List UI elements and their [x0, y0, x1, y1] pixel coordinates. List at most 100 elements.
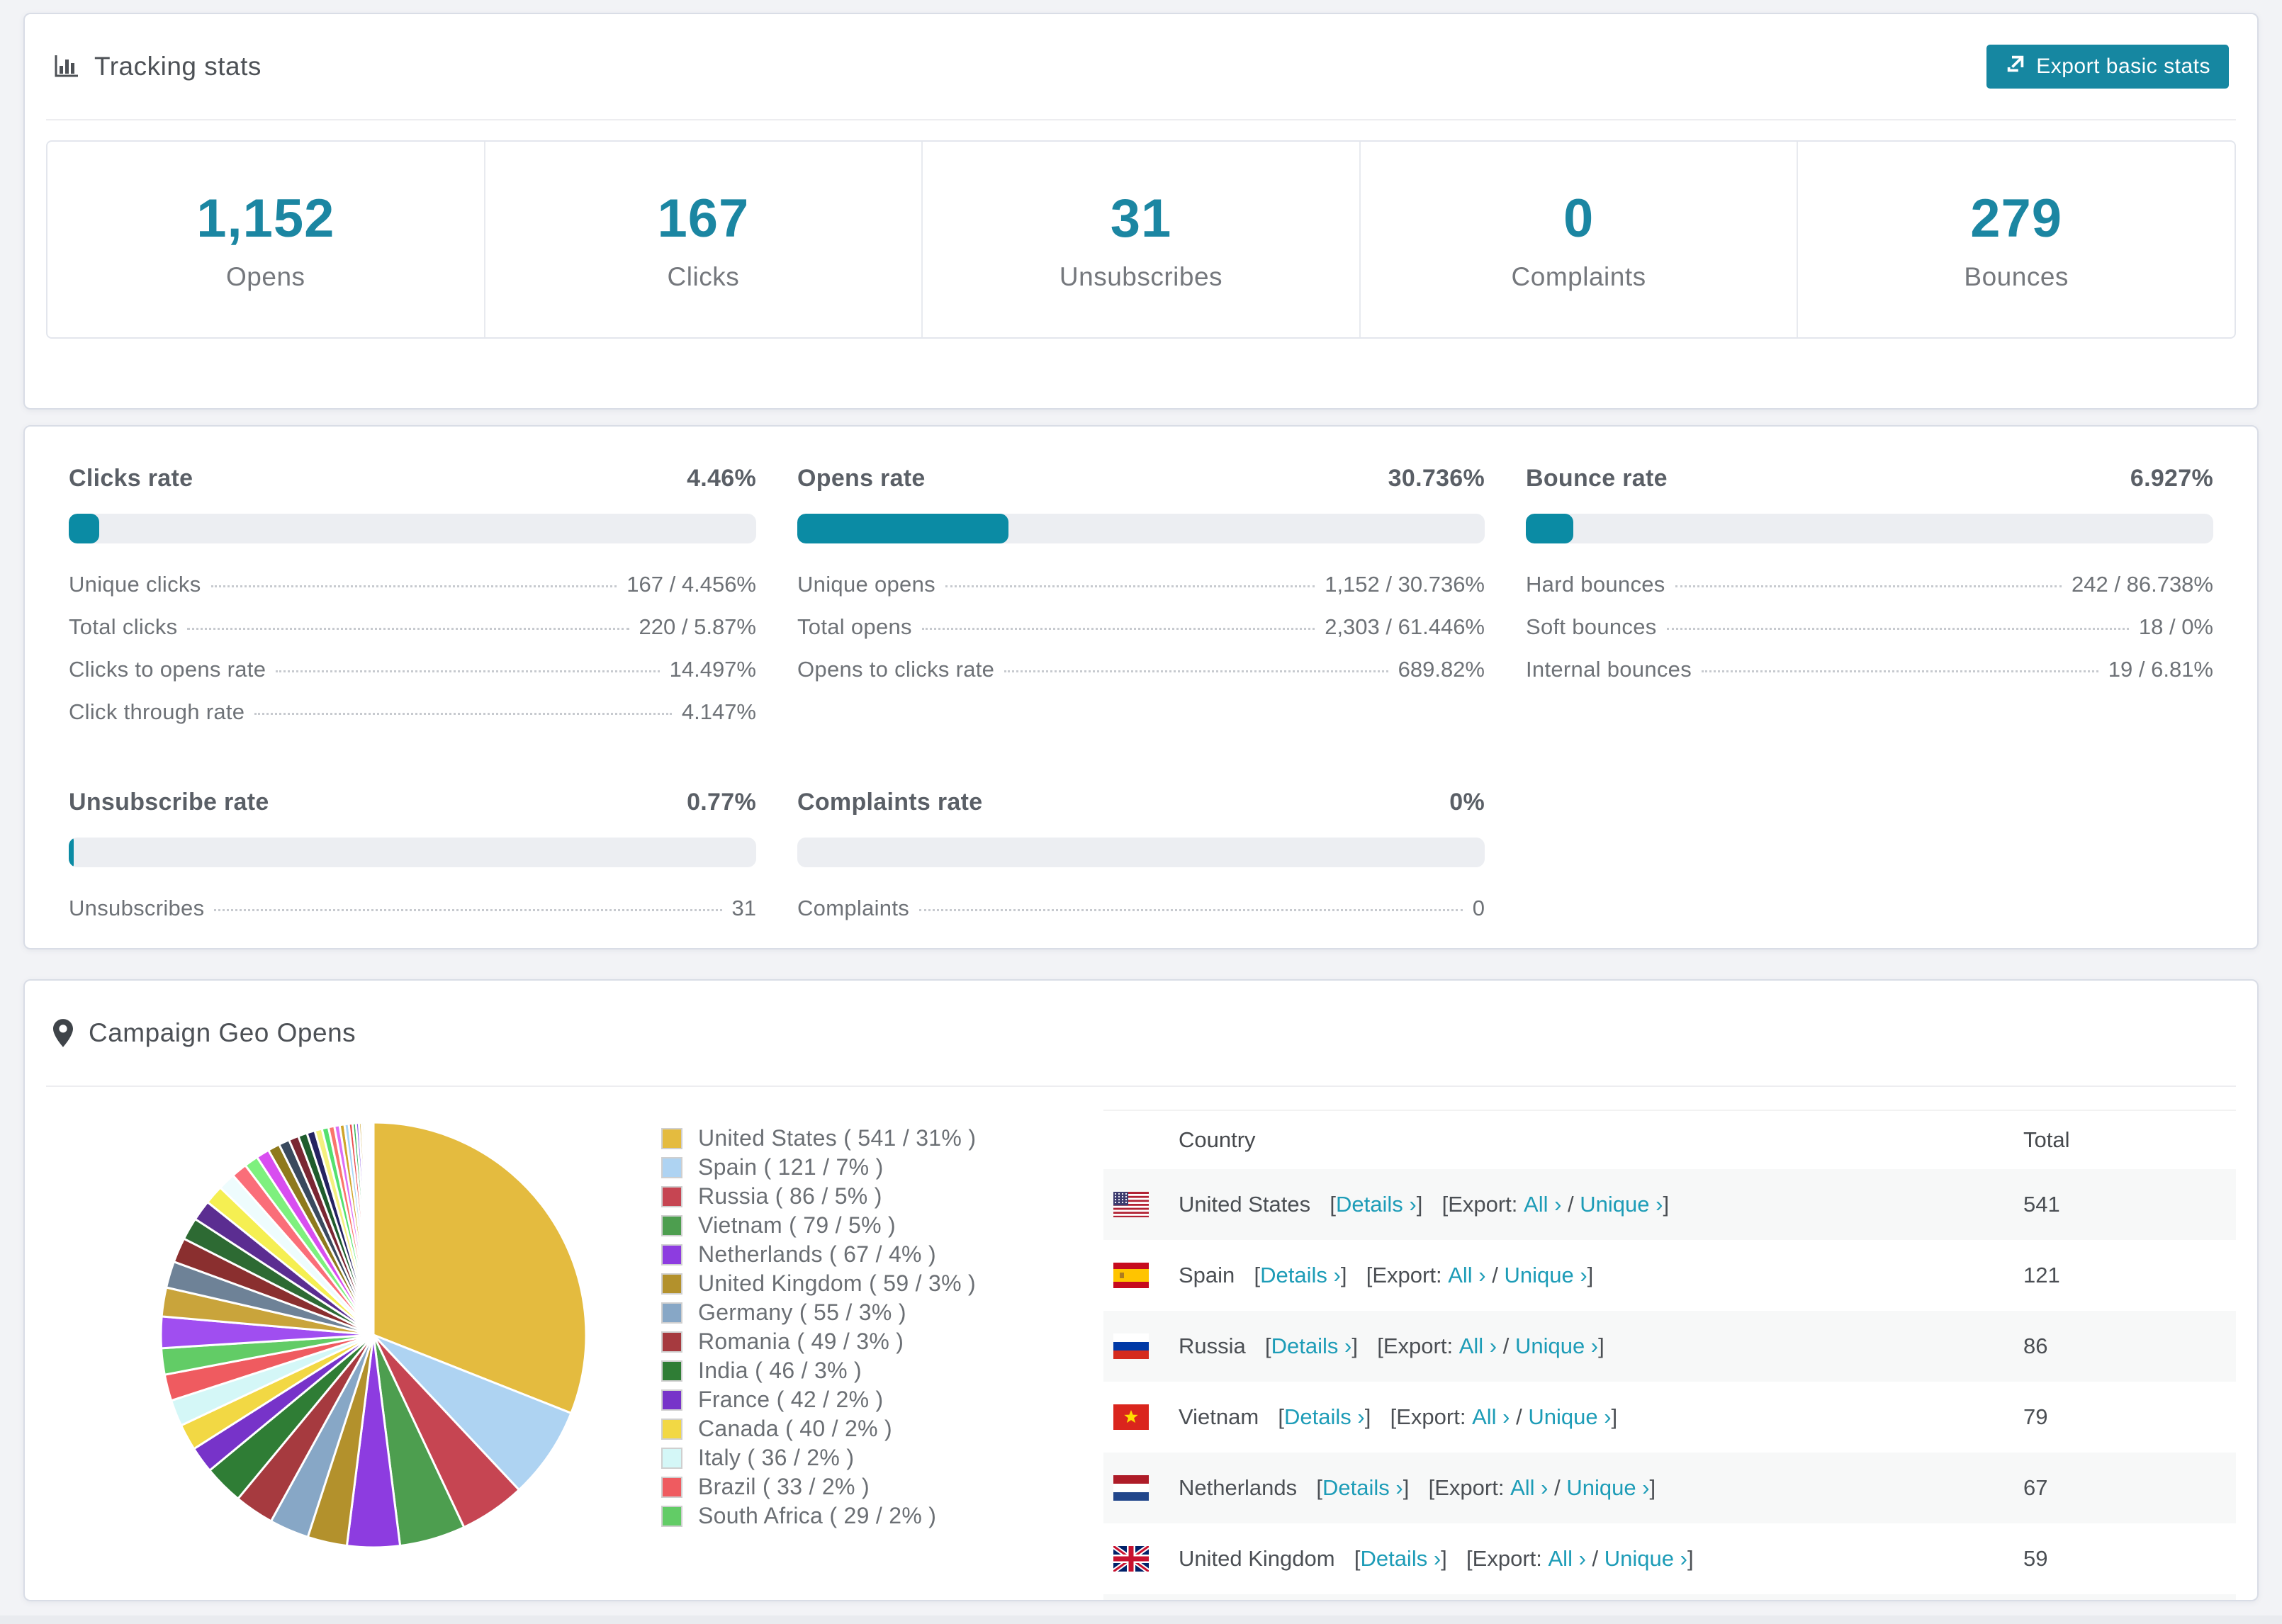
legend-item[interactable]: United Kingdom ( 59 / 3% ) [661, 1269, 1058, 1298]
export-unique-link[interactable]: Unique › [1604, 1546, 1687, 1571]
export-unique-link[interactable]: Unique › [1566, 1475, 1649, 1500]
dotted-leader [919, 909, 1463, 911]
export-basic-stats-button[interactable]: Export basic stats [1986, 45, 2229, 89]
export-label: Export: [1448, 1192, 1518, 1217]
rate-row-value: 4.147% [681, 699, 756, 724]
rate-value: 6.927% [2130, 465, 2213, 492]
legend-item[interactable]: South Africa ( 29 / 2% ) [661, 1501, 1058, 1530]
dotted-leader [254, 713, 672, 715]
details-link[interactable]: Details › [1284, 1404, 1365, 1429]
legend-item[interactable]: India ( 46 / 3% ) [661, 1356, 1058, 1385]
export-all-link[interactable]: All › [1472, 1404, 1510, 1429]
page-title: Tracking stats [94, 52, 262, 81]
legend-label: United States ( 541 / 31% ) [698, 1125, 977, 1151]
legend-item[interactable]: Netherlands ( 67 / 4% ) [661, 1240, 1058, 1269]
rate-detail-row: Hard bounces 242 / 86.738% [1526, 572, 2213, 614]
pie-legend: United States ( 541 / 31% ) Spain ( 121 … [661, 1124, 1058, 1600]
legend-label: Vietnam ( 79 / 5% ) [698, 1212, 896, 1238]
rate-row-label: Click through rate [69, 699, 245, 724]
legend-item[interactable]: France ( 42 / 2% ) [661, 1385, 1058, 1414]
export-all-link[interactable]: All › [1510, 1475, 1548, 1500]
export-all-link[interactable]: All › [1548, 1546, 1586, 1571]
legend-label: Brazil ( 33 / 2% ) [698, 1474, 870, 1499]
rate-section-opens: Opens rate 30.736% Unique opens 1,152 / … [797, 465, 1485, 742]
country-flag-icon [1113, 1546, 1149, 1572]
rate-row-value: 167 / 4.456% [626, 572, 756, 597]
legend-item[interactable]: Italy ( 36 / 2% ) [661, 1443, 1058, 1472]
export-all-link[interactable]: All › [1448, 1263, 1485, 1287]
rate-row-label: Unsubscribes [69, 896, 205, 920]
rate-row-value: 14.497% [669, 657, 756, 682]
legend-item[interactable]: Spain ( 121 / 7% ) [661, 1153, 1058, 1182]
country-name: United Kingdom [1179, 1546, 1335, 1571]
legend-swatch [661, 1418, 682, 1440]
rate-detail-row: Soft bounces 18 / 0% [1526, 614, 2213, 657]
legend-swatch [661, 1389, 682, 1411]
rate-row-value: 2,303 / 61.446% [1325, 614, 1485, 639]
rate-row-label: Unique clicks [69, 572, 201, 597]
stat-cell: 1,152 Opens [47, 142, 484, 337]
legend-item[interactable]: Brazil ( 33 / 2% ) [661, 1472, 1058, 1501]
stats-strip: 1,152 Opens 167 Clicks 31 Unsubscribes 0… [46, 140, 2236, 339]
header-divider [46, 119, 2236, 120]
export-unique-link[interactable]: Unique › [1515, 1333, 1598, 1358]
details-link[interactable]: Details › [1260, 1263, 1341, 1287]
rate-title: Complaints rate [797, 789, 983, 816]
country-flag-icon [1113, 1404, 1149, 1430]
rate-row-label: Clicks to opens rate [69, 657, 266, 682]
rate-row-label: Hard bounces [1526, 572, 1665, 597]
legend-label: United Kingdom ( 59 / 3% ) [698, 1270, 976, 1296]
details-link[interactable]: Details › [1360, 1546, 1441, 1571]
legend-item[interactable]: Canada ( 40 / 2% ) [661, 1414, 1058, 1443]
stat-label: Complaints [1511, 261, 1646, 291]
rate-row-label: Total clicks [69, 614, 178, 639]
rate-detail-row: Unique clicks 167 / 4.456% [69, 572, 756, 614]
country-total: 121 [2023, 1263, 2060, 1287]
legend-label: Russia ( 86 / 5% ) [698, 1183, 882, 1209]
tracking-stats-title-wrap: Tracking stats [53, 52, 262, 81]
country-total: 79 [2023, 1404, 2048, 1429]
progress-bar [69, 514, 756, 543]
dotted-leader [921, 628, 1315, 630]
stat-value: 1,152 [196, 188, 335, 249]
progress-bar [797, 838, 1485, 867]
legend-item[interactable]: Vietnam ( 79 / 5% ) [661, 1211, 1058, 1240]
export-button-label: Export basic stats [2036, 55, 2210, 78]
country-flag-icon [1113, 1263, 1149, 1288]
dotted-leader [214, 909, 722, 911]
legend-label: South Africa ( 29 / 2% ) [698, 1503, 937, 1528]
stat-value: 31 [1110, 188, 1172, 249]
legend-item[interactable]: Romania ( 49 / 3% ) [661, 1327, 1058, 1356]
legend-item[interactable]: Germany ( 55 / 3% ) [661, 1298, 1058, 1327]
dotted-leader [276, 670, 660, 672]
rate-detail-row: Total clicks 220 / 5.87% [69, 614, 756, 657]
legend-item[interactable]: United States ( 541 / 31% ) [661, 1124, 1058, 1153]
export-unique-link[interactable]: Unique › [1528, 1404, 1611, 1429]
export-icon [2005, 53, 2026, 80]
stat-label: Unsubscribes [1059, 261, 1223, 291]
rate-row-label: Opens to clicks rate [797, 657, 995, 682]
country-flag-icon [1113, 1333, 1149, 1359]
rate-detail-row: Internal bounces 19 / 6.81% [1526, 657, 2213, 699]
export-unique-link[interactable]: Unique › [1504, 1263, 1587, 1287]
progress-bar-fill [69, 838, 74, 867]
details-link[interactable]: Details › [1322, 1475, 1403, 1500]
country-total: 59 [2023, 1546, 2048, 1571]
export-all-link[interactable]: All › [1524, 1192, 1561, 1217]
rate-row-value: 689.82% [1398, 657, 1485, 682]
rate-row-label: Internal bounces [1526, 657, 1692, 682]
table-row: Netherlands [Details ›] [Export: All › /… [1103, 1453, 2236, 1523]
stat-value: 0 [1563, 188, 1595, 249]
export-unique-link[interactable]: Unique › [1580, 1192, 1663, 1217]
table-row: United States [Details ›] [Export: All ›… [1103, 1169, 2236, 1240]
details-link[interactable]: Details › [1271, 1333, 1352, 1358]
stat-value: 279 [1970, 188, 2063, 249]
export-all-link[interactable]: All › [1459, 1333, 1497, 1358]
legend-item[interactable]: Russia ( 86 / 5% ) [661, 1182, 1058, 1211]
rate-section-complaints: Complaints rate 0% Complaints 0 [797, 789, 1485, 938]
country-name: Spain [1179, 1263, 1235, 1287]
tracking-stats-page: Tracking stats Export basic stats 1,152 … [0, 13, 2282, 1624]
table-row: Germany [Details ›] [Export: All › / Uni… [1103, 1594, 2236, 1600]
details-link[interactable]: Details › [1336, 1192, 1417, 1217]
rate-row-value: 220 / 5.87% [639, 614, 756, 639]
